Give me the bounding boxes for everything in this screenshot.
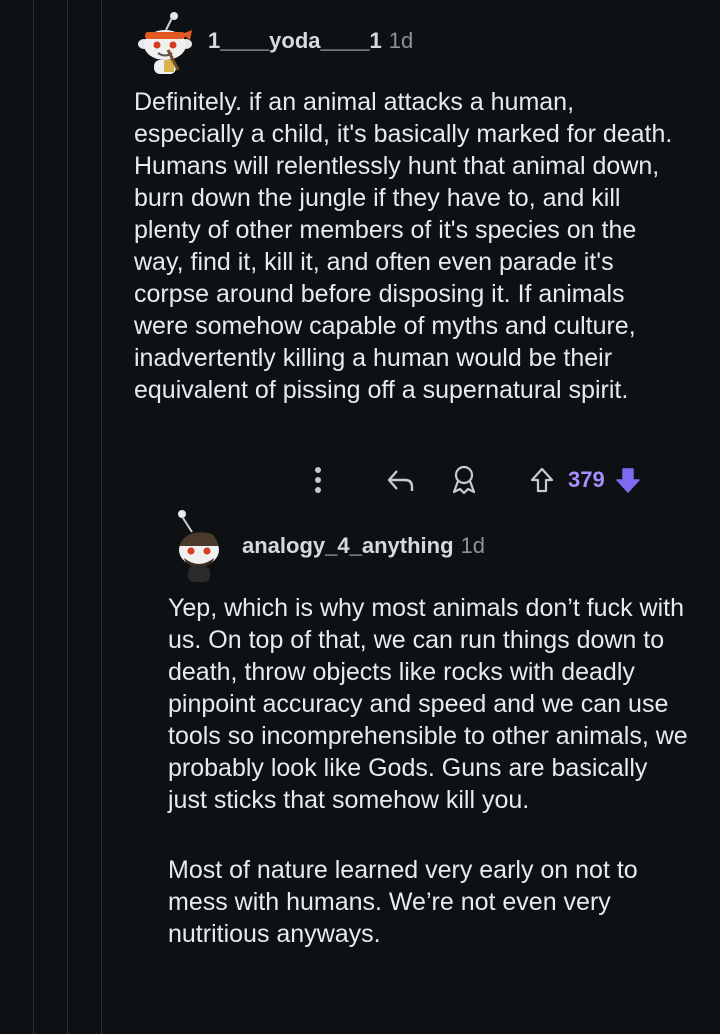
comment-paragraph: Most of nature learned very early on not…	[168, 856, 638, 948]
thread-line	[101, 0, 102, 1034]
comment-author[interactable]: analogy_4_anything	[242, 533, 454, 559]
comment: 1____yoda____1 1d Definitely. if an anim…	[134, 10, 694, 406]
snoo-avatar-beard-icon[interactable]	[168, 506, 230, 586]
comment-author[interactable]: 1____yoda____1	[208, 28, 382, 54]
thread-line	[67, 0, 68, 1034]
comment-actions: 379	[300, 460, 645, 500]
more-vertical-icon[interactable]	[300, 460, 336, 500]
snoo-avatar-headband-icon[interactable]	[134, 10, 196, 74]
comment-header: 1____yoda____1 1d	[134, 10, 694, 74]
comment-body: Definitely. if an animal attacks a human…	[134, 88, 673, 404]
award-icon[interactable]	[444, 460, 484, 500]
comment-age: 1d	[388, 28, 414, 53]
downvote-icon[interactable]	[611, 460, 645, 500]
comment-paragraph: Yep, which is why most animals don’t fuc…	[168, 594, 688, 814]
vote-score: 379	[568, 467, 605, 492]
reply-icon[interactable]	[380, 460, 420, 500]
upvote-icon[interactable]	[522, 460, 562, 500]
thread-line	[33, 0, 34, 1034]
comment-reply: analogy_4_anything 1d Yep, which is why …	[168, 506, 698, 950]
comment-age: 1d	[460, 533, 485, 558]
comment-header: analogy_4_anything 1d	[168, 506, 698, 586]
